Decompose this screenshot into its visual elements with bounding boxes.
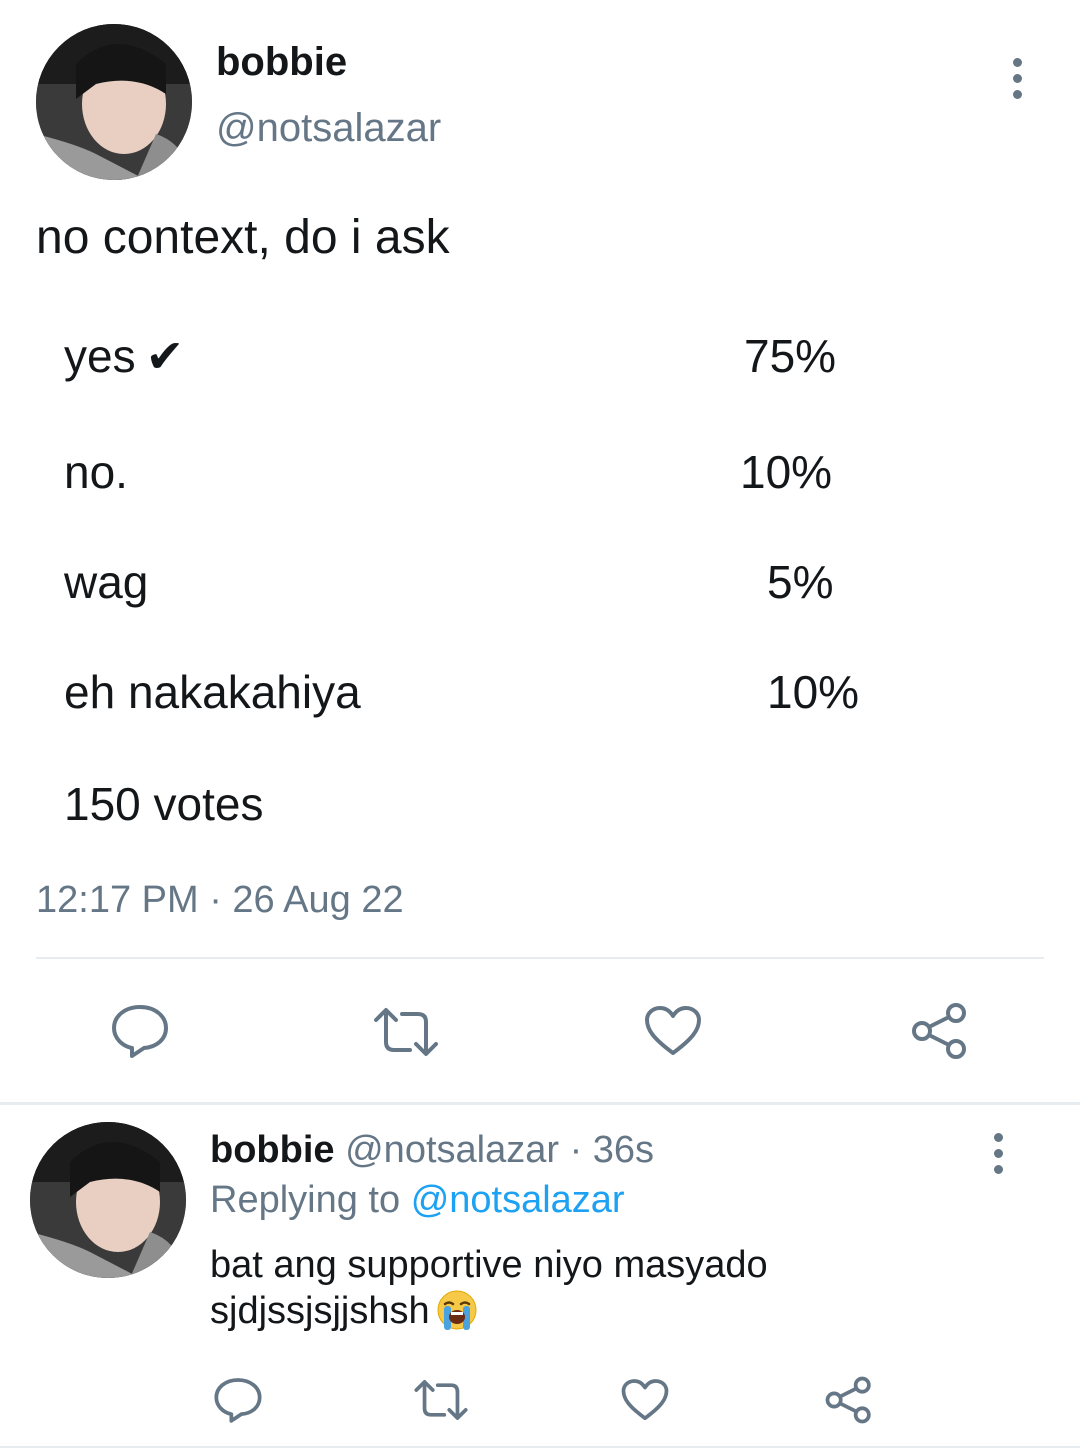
winner-check-icon: ✔ xyxy=(145,330,185,382)
poll-option-label: yes ✔ xyxy=(64,330,185,382)
poll-option-label: eh nakakahiya xyxy=(64,666,361,718)
reply-author-name[interactable]: bobbie xyxy=(210,1129,335,1171)
retweet-icon[interactable] xyxy=(413,1378,469,1422)
replying-mention-link[interactable]: @notsalazar xyxy=(411,1179,625,1221)
author-name[interactable]: bobbie xyxy=(216,38,347,86)
retweet-icon[interactable] xyxy=(372,1006,440,1058)
poll-option-percent: 75% xyxy=(744,330,837,382)
reply-author-avatar[interactable] xyxy=(30,1122,186,1278)
poll-option-percent: 5% xyxy=(767,556,834,608)
reply-icon[interactable] xyxy=(213,1376,263,1424)
poll-option-percent: 10% xyxy=(740,446,833,498)
reply-header: bobbie @notsalazar · 36s xyxy=(210,1126,654,1174)
poll-option-label: no. xyxy=(64,446,128,498)
author-avatar[interactable] xyxy=(36,24,192,180)
tweet-text: no context, do i ask xyxy=(36,211,450,264)
reply-author-handle[interactable]: @notsalazar xyxy=(345,1129,559,1171)
poll-vote-count: 150 votes xyxy=(64,778,264,830)
reply-text-line: bat ang supportive niyo masyado xyxy=(210,1244,768,1286)
poll-option-label: wag xyxy=(64,556,149,608)
like-icon[interactable] xyxy=(644,1005,702,1057)
reply-text-line: sjdjssjsjjshsh xyxy=(210,1288,970,1334)
loudly-crying-face-icon xyxy=(437,1290,477,1330)
divider xyxy=(36,957,1044,959)
author-handle[interactable]: @notsalazar xyxy=(216,104,441,152)
reply-time: · 36s xyxy=(569,1129,655,1171)
avatar-photo xyxy=(30,1122,186,1278)
reply-more-options-icon[interactable] xyxy=(992,1133,1004,1174)
tweet-timestamp[interactable]: 12:17 PM · 26 Aug 22 xyxy=(36,876,404,924)
more-options-icon[interactable] xyxy=(1011,58,1023,99)
replying-prefix: Replying to xyxy=(210,1179,401,1221)
share-icon[interactable] xyxy=(910,1002,970,1060)
replying-to: Replying to @notsalazar xyxy=(210,1176,625,1224)
poll-option-percent: 10% xyxy=(767,666,860,718)
like-icon[interactable] xyxy=(621,1378,669,1422)
tweet-separator xyxy=(0,1102,1080,1105)
share-icon[interactable] xyxy=(824,1376,874,1424)
reply-text: bat ang supportive niyo masyado sjdjssjs… xyxy=(210,1242,970,1334)
avatar-photo xyxy=(36,24,192,180)
bottom-divider xyxy=(0,1446,1080,1448)
reply-icon[interactable] xyxy=(110,1003,170,1059)
